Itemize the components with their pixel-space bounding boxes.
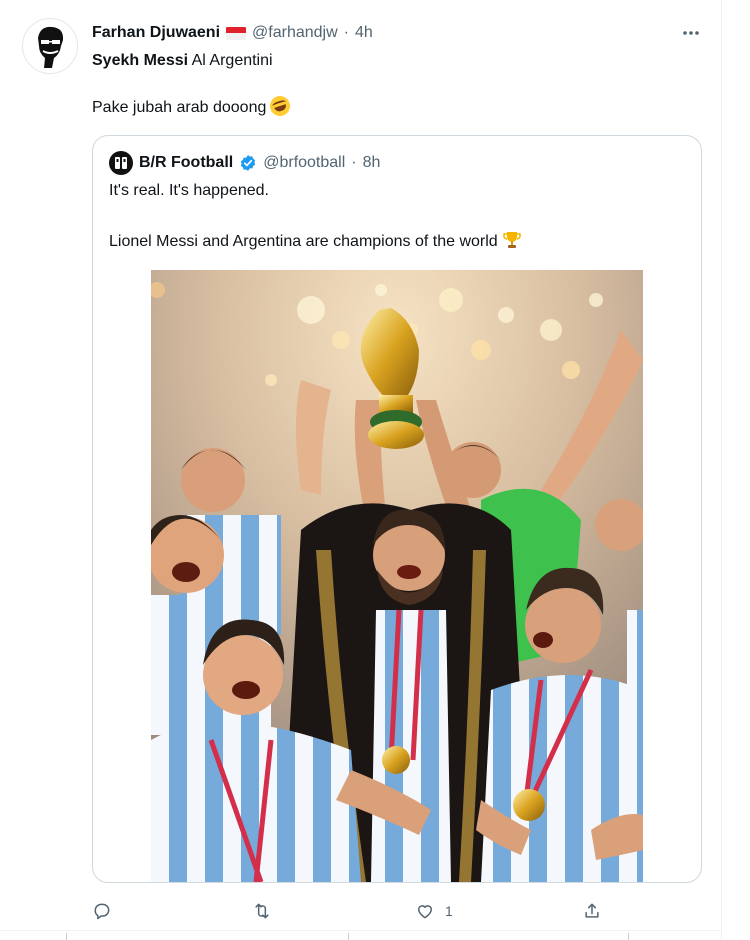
quoted-tweet-header: B/R Football @brfootball · 8h	[109, 151, 381, 175]
tweet-text-rest: Al Argentini	[188, 52, 273, 69]
reply-icon	[94, 903, 110, 920]
trophy-emoji-icon	[502, 232, 521, 248]
quoted-tweet[interactable]: B/R Football @brfootball · 8h It's real.…	[92, 135, 702, 883]
tweet-header: Farhan Djuwaeni @farhandjw · 4h	[92, 22, 373, 44]
like-button[interactable]: 1	[415, 898, 453, 924]
verified-badge-icon	[241, 155, 256, 171]
next-tweet-tick	[348, 933, 349, 940]
quoted-separator-dot: ·	[351, 154, 357, 171]
ellipsis-icon	[683, 31, 699, 35]
rolling-on-floor-laughing-emoji-icon	[267, 93, 293, 119]
share-icon	[585, 903, 599, 918]
handle[interactable]: @farhandjw	[252, 24, 338, 42]
indonesia-flag-icon	[226, 26, 247, 40]
next-tweet-tick	[66, 933, 67, 940]
next-tweet-edge	[0, 931, 722, 940]
quoted-text-line2: Lionel Messi and Argentina are champions…	[109, 233, 498, 250]
like-count: 1	[445, 903, 453, 919]
reply-button[interactable]	[92, 898, 122, 924]
retweet-icon	[255, 903, 269, 919]
celebration-photo[interactable]	[151, 270, 643, 882]
quoted-tweet-text: It's real. It's happened. Lionel Messi a…	[109, 180, 689, 252]
separator-dot: ·	[343, 24, 349, 41]
tweet[interactable]: Farhan Djuwaeni @farhandjw · 4h Syekh Me…	[0, 0, 722, 930]
tweet-text-bold: Syekh Messi	[92, 52, 189, 69]
quoted-text-line1: It's real. It's happened.	[109, 182, 269, 199]
tweet-actions: 1	[92, 898, 702, 924]
right-margin	[722, 0, 750, 940]
quoted-display-name[interactable]: B/R Football	[139, 154, 233, 172]
br-logo-icon	[115, 157, 127, 169]
tweet-text: Syekh Messi Al Argentini Pake jubah arab…	[92, 50, 702, 119]
quoted-handle[interactable]: @brfootball	[263, 154, 345, 172]
timestamp[interactable]: 4h	[355, 24, 373, 42]
avatar-portrait-icon	[38, 26, 64, 68]
trophy-celebration-image	[151, 270, 643, 882]
avatar[interactable]	[22, 18, 78, 74]
share-button[interactable]	[582, 898, 612, 924]
more-options-button[interactable]	[678, 22, 704, 44]
quoted-timestamp[interactable]: 8h	[363, 154, 381, 172]
retweet-button[interactable]	[252, 898, 282, 924]
display-name[interactable]: Farhan Djuwaeni	[92, 24, 220, 42]
quoted-avatar[interactable]	[109, 151, 133, 175]
next-tweet-tick	[628, 933, 629, 940]
heart-icon	[418, 905, 432, 919]
tweet-text-line2: Pake jubah arab dooong	[92, 99, 267, 116]
